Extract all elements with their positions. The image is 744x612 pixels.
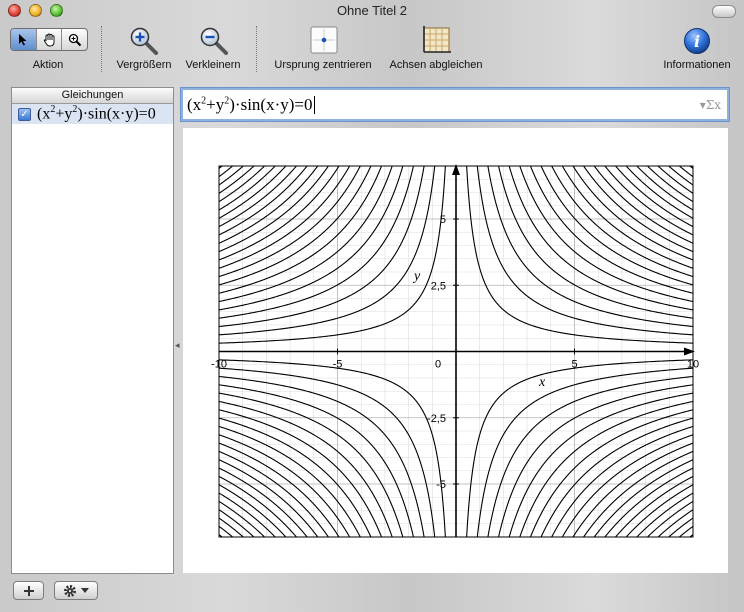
graph-curve [476, 367, 694, 538]
graph-curve [218, 434, 351, 538]
info-label: Informationen [663, 59, 731, 71]
graph-curve [218, 525, 234, 538]
graph-curve [678, 525, 694, 538]
graph-curve [561, 434, 694, 538]
graph-curve [218, 165, 244, 186]
actions-menu-button[interactable] [54, 581, 98, 600]
close-button[interactable] [8, 4, 21, 17]
graph-curve [498, 384, 694, 538]
y-tick-label: -5 [436, 479, 446, 491]
equation-visible-checkbox[interactable]: ✓ [18, 107, 31, 121]
graph-curve [218, 165, 234, 178]
center-origin-button[interactable]: Ursprung zentrieren [265, 22, 381, 78]
graph-curve [668, 517, 694, 538]
y-tick-label: 5 [440, 214, 446, 226]
equation-list-item-text: (x2+y2)·sin(x·y)=0 [37, 104, 156, 123]
toolbar-toggle-button[interactable] [712, 5, 736, 18]
x-tick-label: 0 [435, 359, 441, 371]
magnifier-icon[interactable] [62, 29, 87, 50]
equations-sidebar: Gleichungen ✓ (x2+y2)·sin(x·y)=0 [11, 87, 174, 574]
graph-curve [218, 467, 308, 538]
zoom-in-button[interactable]: Vergrößern [108, 22, 180, 78]
toolbar-separator [101, 26, 102, 72]
center-origin-label: Ursprung zentrieren [274, 59, 372, 71]
tool-segmented-control [10, 28, 88, 51]
info-button[interactable]: i Informationen [650, 22, 744, 78]
x-tick-label: 5 [571, 359, 577, 371]
graph-plot: -10 -5 0 5 10 5 2,5 -2,5 -5 x y [211, 164, 699, 538]
graph-curve [476, 165, 694, 336]
zoom-in-icon [130, 27, 158, 55]
action-label: Aktion [32, 59, 64, 71]
graph-curve [218, 517, 244, 538]
chevron-down-icon [81, 587, 89, 593]
equation-input-text: (x2+y2)·sin(x·y)=0 [187, 94, 313, 114]
graph-curve [218, 367, 436, 538]
equalize-axes-button[interactable]: Achsen abgleichen [382, 22, 490, 78]
text-caret [313, 95, 315, 114]
x-axis-name-label: x [538, 375, 546, 390]
equations-header: Gleichungen [12, 88, 173, 104]
graph-curve [678, 165, 694, 178]
graph-curve [540, 165, 694, 286]
y-tick-label: -2,5 [427, 413, 446, 425]
graph-curve [604, 165, 694, 236]
graph-curve [218, 165, 351, 269]
equation-input[interactable]: (x2+y2)·sin(x·y)=0 ▾Σx [181, 88, 729, 121]
zoom-out-button[interactable]: Verkleinern [178, 22, 248, 78]
graph-curve [668, 165, 694, 186]
graph-curve [218, 165, 287, 219]
add-equation-button[interactable] [13, 581, 44, 600]
minimize-button[interactable] [29, 4, 42, 17]
equalize-axes-label: Achsen abgleichen [389, 59, 483, 71]
action-tool-group: Aktion [0, 22, 96, 78]
graph-curve [218, 475, 297, 538]
y-axis-name-label: y [412, 269, 421, 284]
graph-curve [561, 165, 694, 269]
graph-curve [218, 165, 414, 319]
graph-curve [540, 417, 694, 538]
graph-curve [615, 165, 694, 228]
graph-curve [625, 484, 694, 538]
zoom-out-label: Verkleinern [185, 59, 241, 71]
graph-curve [218, 384, 414, 538]
plus-icon [23, 585, 34, 596]
arrow-pointer-icon[interactable] [11, 29, 37, 50]
x-tick-label: -5 [333, 359, 343, 371]
graph-curve [218, 165, 436, 336]
graph-curve [218, 165, 372, 286]
zoom-in-label: Vergrößern [116, 59, 172, 71]
window-title: Ohne Titel 2 [336, 3, 408, 18]
svg-text:i: i [694, 32, 700, 51]
info-icon: i [684, 28, 710, 54]
graph-curve [218, 165, 297, 228]
graph-curve [625, 165, 694, 219]
hand-icon[interactable] [37, 29, 63, 50]
toolbar: Aktion Vergrößern Verkleinern Ursprung z… [0, 22, 744, 78]
zoom-out-icon [200, 27, 228, 55]
equation-list-item[interactable]: ✓ (x2+y2)·sin(x·y)=0 [12, 104, 173, 124]
toolbar-separator [256, 26, 257, 72]
equalize-axes-icon [423, 26, 451, 53]
y-tick-label: 2,5 [431, 280, 446, 292]
splitter-handle-icon[interactable]: ◂ [175, 340, 180, 351]
graph-canvas[interactable]: -10 -5 0 5 10 5 2,5 -2,5 -5 x y [183, 128, 728, 573]
sigma-menu-icon[interactable]: ▾Σx [700, 98, 721, 112]
graph-curve [604, 467, 694, 538]
graph-curve [218, 417, 372, 538]
center-origin-icon [310, 26, 338, 54]
zoom-button[interactable] [50, 4, 63, 17]
graph-curve [498, 165, 694, 319]
x-tick-label: -10 [211, 359, 227, 371]
app-window: Ohne Titel 2 Aktion Vergrößern Verkleine… [0, 0, 744, 612]
gear-icon [64, 584, 76, 597]
title-bar: Ohne Titel 2 [0, 0, 744, 22]
graph-curve [218, 484, 287, 538]
x-tick-label: 10 [687, 359, 699, 371]
graph-curve [218, 165, 308, 236]
graph-curve [615, 475, 694, 538]
